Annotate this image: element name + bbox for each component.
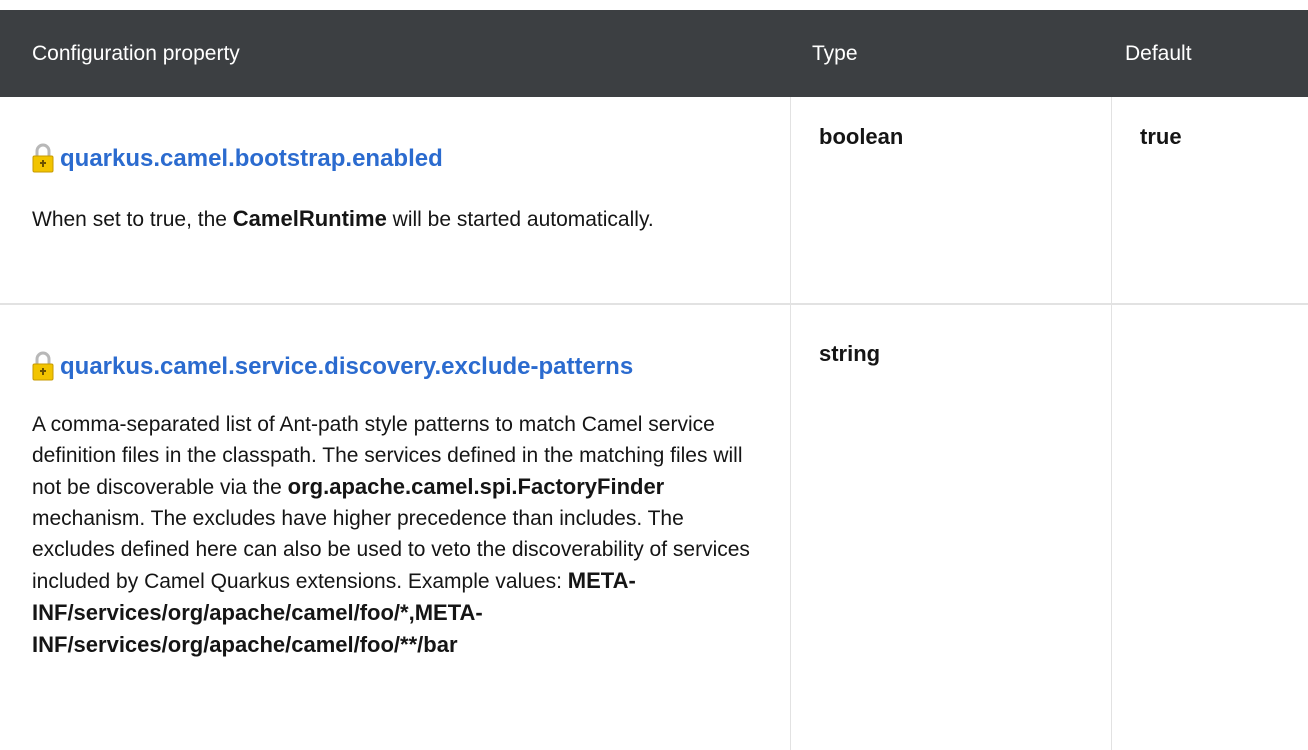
- description-text: will be started automatically.: [386, 208, 654, 231]
- header-default: Default: [1125, 42, 1192, 65]
- default-cell: true: [1111, 97, 1308, 303]
- type-cell: string: [790, 305, 1111, 750]
- description-text: When set to true, the: [32, 208, 233, 231]
- header-configuration-property: Configuration property: [32, 42, 240, 65]
- description-text: mechanism. The excludes have higher prec…: [32, 507, 750, 593]
- table-header: Configuration property Type Default: [0, 10, 1308, 97]
- property-heading: quarkus.camel.service.discovery.exclude-…: [32, 331, 760, 381]
- table-row: quarkus.camel.service.discovery.exclude-…: [0, 305, 1308, 750]
- property-cell: quarkus.camel.bootstrap.enabled When set…: [0, 97, 790, 303]
- lock-icon: [32, 143, 54, 173]
- table-row: quarkus.camel.bootstrap.enabled When set…: [0, 97, 1308, 305]
- property-link-bootstrap-enabled[interactable]: quarkus.camel.bootstrap.enabled: [60, 145, 443, 173]
- property-link-exclude-patterns[interactable]: quarkus.camel.service.discovery.exclude-…: [60, 353, 633, 381]
- description-code: CamelRuntime: [232, 206, 387, 231]
- default-cell: [1111, 305, 1308, 750]
- config-properties-table: Configuration property Type Default quar…: [0, 10, 1308, 750]
- property-description: A comma-separated list of Ant-path style…: [32, 409, 760, 661]
- property-heading: quarkus.camel.bootstrap.enabled: [32, 123, 760, 173]
- property-cell: quarkus.camel.service.discovery.exclude-…: [0, 305, 790, 750]
- description-code: org.apache.camel.spi.FactoryFinder: [287, 474, 665, 499]
- header-type: Type: [812, 42, 858, 65]
- property-description: When set to true, the CamelRuntime will …: [32, 203, 760, 235]
- type-cell: boolean: [790, 97, 1111, 303]
- lock-icon: [32, 351, 54, 381]
